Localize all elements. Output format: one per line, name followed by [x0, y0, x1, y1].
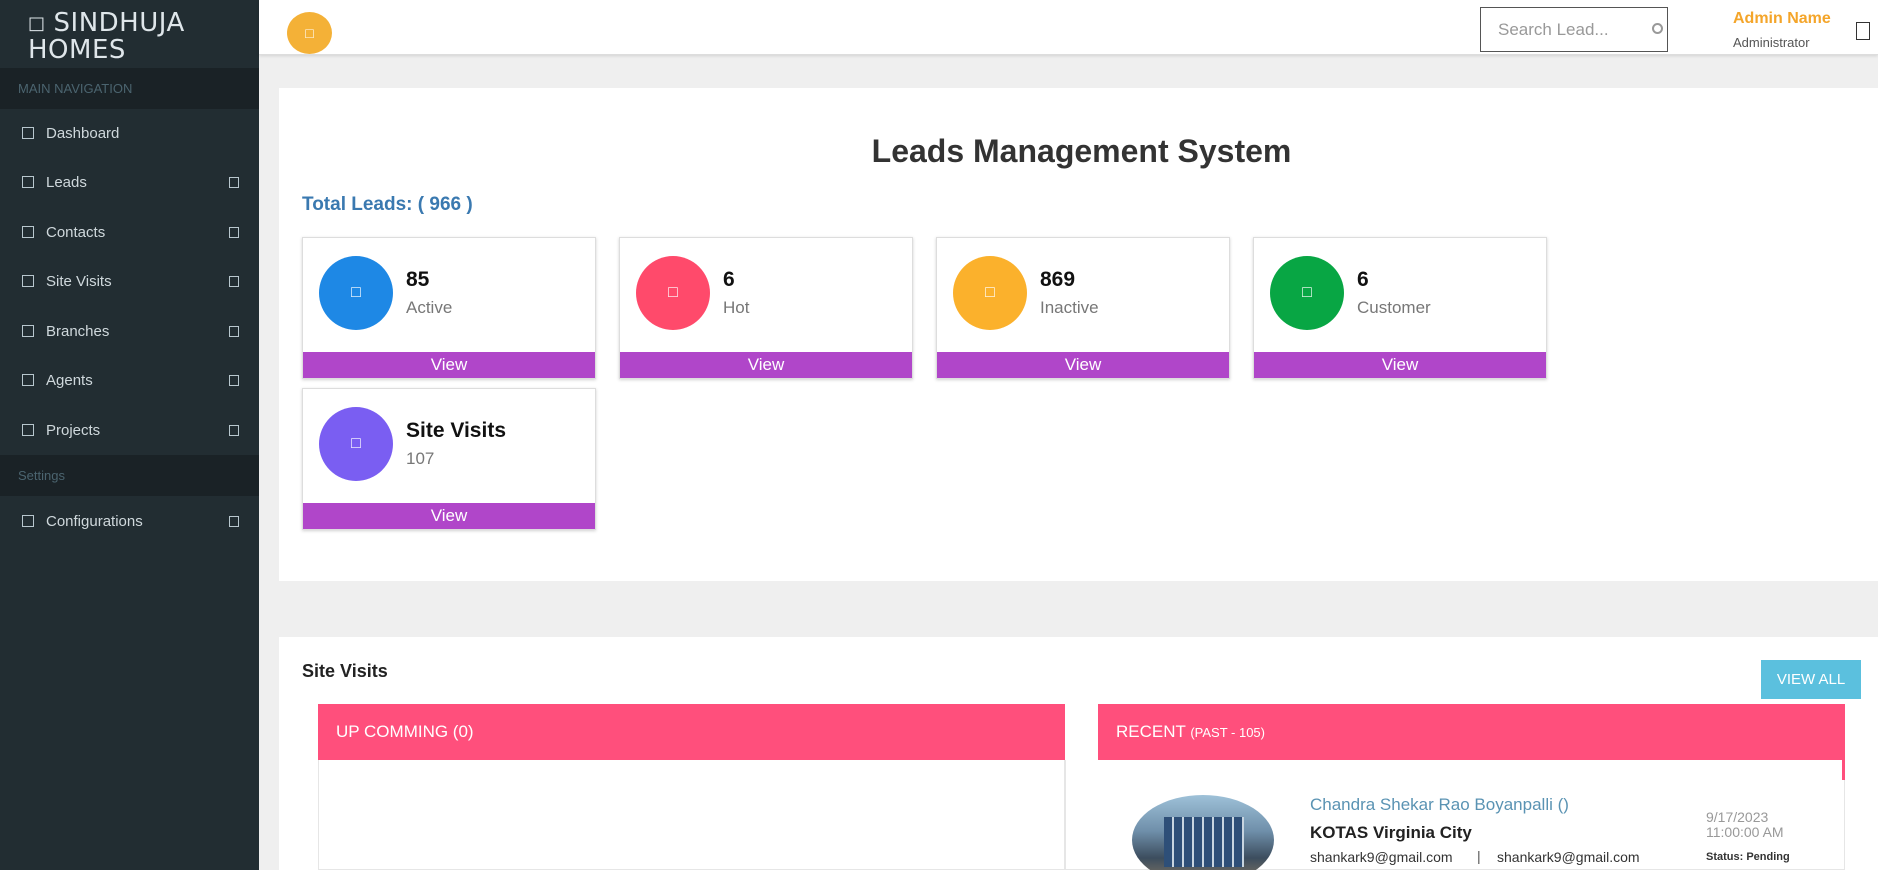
- projects-icon: [22, 424, 34, 436]
- visit-status: Status: Pending: [1706, 851, 1790, 863]
- visit-date: 9/17/2023: [1706, 809, 1769, 825]
- sidebar: □ SINDHUJA HOMES MAIN NAVIGATION Dashboar…: [0, 0, 259, 870]
- admin-name[interactable]: Admin Name: [1733, 10, 1831, 28]
- email-separator: |: [1477, 848, 1481, 864]
- admin-role: Administrator: [1733, 35, 1810, 50]
- sidebar-item-projects[interactable]: Projects: [0, 407, 259, 455]
- recent-header[interactable]: RECENT (PAST - 105): [1098, 704, 1845, 760]
- recent-label: RECENT: [1116, 722, 1186, 741]
- configurations-icon: [22, 515, 34, 527]
- branches-icon: [22, 325, 34, 337]
- leads-icon: [22, 176, 34, 188]
- dashboard-icon: [22, 127, 34, 139]
- stat-value: 6: [723, 268, 735, 291]
- sidebar-item-leads[interactable]: Leads: [0, 159, 259, 207]
- home-icon: □: [28, 13, 46, 34]
- inactive-leads-icon: □: [953, 256, 1027, 330]
- site-visits-panel: Site Visits VIEW ALL UP COMMING (0) RECE…: [279, 637, 1878, 870]
- sidebar-item-label: Leads: [46, 174, 87, 191]
- view-active-button[interactable]: View: [303, 352, 595, 378]
- stat-card-customer: □ 6 Customer View: [1253, 237, 1547, 379]
- stat-title: Site Visits: [406, 419, 506, 442]
- settings-header: Settings: [0, 455, 259, 496]
- stat-label: Hot: [723, 298, 750, 317]
- chevron-left-icon: [229, 326, 239, 337]
- sidebar-item-label: Projects: [46, 422, 101, 439]
- upcoming-header[interactable]: UP COMMING (0): [318, 704, 1065, 760]
- stat-label: Customer: [1357, 298, 1431, 317]
- sidebar-item-label: Dashboard: [46, 125, 120, 142]
- view-customer-button[interactable]: View: [1254, 352, 1546, 378]
- site-visits-icon: [22, 275, 34, 287]
- view-inactive-button[interactable]: View: [937, 352, 1229, 378]
- sidebar-item-configurations[interactable]: Configurations: [0, 498, 259, 546]
- stat-card-site-visits: □ Site Visits 107 View: [302, 388, 596, 530]
- sidebar-item-branches[interactable]: Branches: [0, 308, 259, 356]
- search-input[interactable]: [1481, 8, 1641, 51]
- topbar: □ Admin Name Administrator: [259, 0, 1878, 55]
- recent-count: (PAST - 105): [1190, 725, 1265, 740]
- dashboard-panel: Leads Management System Total Leads: ( 9…: [279, 88, 1878, 581]
- sidebar-item-label: Branches: [46, 323, 110, 340]
- search-icon[interactable]: [1652, 23, 1663, 34]
- site-visits-title: Site Visits: [302, 661, 388, 681]
- main-navigation-header: MAIN NAVIGATION: [0, 68, 259, 109]
- chevron-left-icon: [229, 375, 239, 386]
- project-name: KOTAS Virginia City: [1310, 823, 1472, 842]
- sidebar-item-label: Configurations: [46, 513, 143, 530]
- stat-card-active: □ 85 Active View: [302, 237, 596, 379]
- visit-datetime: 9/17/2023 11:00:00 AM: [1706, 810, 1784, 840]
- sidebar-item-label: Agents: [46, 372, 93, 389]
- visitor-email-secondary: shankark9@gmail.com: [1497, 849, 1640, 865]
- sidebar-toggle-button[interactable]: □: [287, 12, 332, 54]
- stat-value: 6: [1357, 268, 1369, 291]
- stat-value: 869: [1040, 268, 1076, 291]
- sidebar-item-dashboard[interactable]: Dashboard: [0, 110, 259, 158]
- agents-icon: [22, 374, 34, 386]
- view-hot-button[interactable]: View: [620, 352, 912, 378]
- chevron-left-icon: [229, 276, 239, 287]
- chevron-left-icon: [229, 425, 239, 436]
- sidebar-item-label: Site Visits: [46, 273, 112, 290]
- brand-logo[interactable]: □ SINDHUJA HOMES: [28, 10, 228, 63]
- visitor-email: shankark9@gmail.com: [1310, 849, 1453, 865]
- sidebar-item-agents[interactable]: Agents: [0, 357, 259, 405]
- chevron-left-icon: [229, 227, 239, 238]
- view-site-visits-button[interactable]: View: [303, 503, 595, 529]
- search-box: [1480, 7, 1668, 52]
- visit-time: 11:00:00 AM: [1706, 824, 1784, 840]
- hot-leads-icon: □: [636, 256, 710, 330]
- chevron-left-icon: [229, 177, 239, 188]
- sidebar-item-site-visits[interactable]: Site Visits: [0, 258, 259, 306]
- recent-list-edge: [1842, 760, 1845, 780]
- upcoming-list: [318, 760, 1065, 870]
- stat-label: Inactive: [1040, 298, 1099, 317]
- total-leads: Total Leads: ( 966 ): [302, 194, 473, 215]
- stat-value: 85: [406, 268, 430, 291]
- stat-card-hot: □ 6 Hot View: [619, 237, 913, 379]
- page-title: Leads Management System: [871, 133, 1292, 169]
- site-visits-icon: □: [319, 407, 393, 481]
- menu-icon: □: [305, 25, 314, 41]
- brand-name: SINDHUJA HOMES: [28, 8, 185, 65]
- sidebar-item-label: Contacts: [46, 224, 106, 241]
- view-all-button[interactable]: VIEW ALL: [1761, 660, 1861, 699]
- contacts-icon: [22, 226, 34, 238]
- active-leads-icon: □: [319, 256, 393, 330]
- stat-value: 107: [406, 449, 435, 468]
- sidebar-item-contacts[interactable]: Contacts: [0, 209, 259, 257]
- stat-label: Active: [406, 298, 453, 317]
- customer-icon: □: [1270, 256, 1344, 330]
- chevron-left-icon: [229, 516, 239, 527]
- visitor-name-link[interactable]: Chandra Shekar Rao Boyanpalli (): [1310, 795, 1569, 815]
- stat-card-inactive: □ 869 Inactive View: [936, 237, 1230, 379]
- logout-icon[interactable]: [1856, 22, 1870, 40]
